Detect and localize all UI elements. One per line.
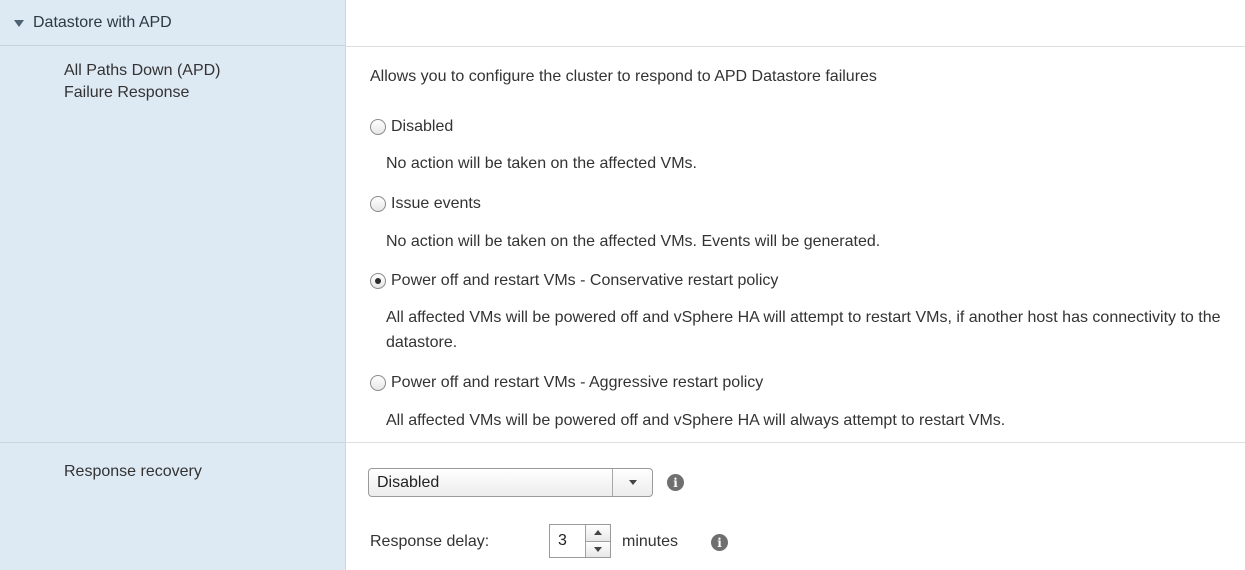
label-line: All Paths Down (APD) xyxy=(64,62,221,79)
response-delay-label: Response delay: xyxy=(370,533,490,550)
apd-description: Allows you to configure the cluster to r… xyxy=(370,68,877,85)
divider xyxy=(0,442,345,443)
section-header[interactable]: Datastore with APD xyxy=(0,0,345,46)
radio-option-label: Issue events xyxy=(391,195,481,212)
arrow-down-icon xyxy=(594,546,602,552)
radio-button[interactable] xyxy=(370,196,386,212)
radio-button[interactable] xyxy=(370,375,386,391)
section-title: Datastore with APD xyxy=(33,13,172,31)
dropdown-toggle[interactable] xyxy=(612,469,652,496)
select-value: Disabled xyxy=(377,473,440,491)
radio-option-disabled[interactable]: Disabled xyxy=(370,118,453,136)
delay-units: minutes xyxy=(622,533,679,550)
option-description: All affected VMs will be powered off and… xyxy=(386,309,1221,351)
divider xyxy=(345,442,1245,443)
arrow-up-icon xyxy=(594,530,602,536)
radio-option-label: Power off and restart VMs - Aggressive r… xyxy=(391,374,764,391)
info-icon[interactable]: i xyxy=(667,474,684,491)
label-line: Failure Response xyxy=(64,84,190,101)
decrement-button[interactable] xyxy=(586,540,610,557)
option-description: All affected VMs will be powered off and… xyxy=(386,412,1006,429)
divider xyxy=(345,46,1245,47)
radio-option-aggressive[interactable]: Power off and restart VMs - Aggressive r… xyxy=(370,374,763,392)
increment-button[interactable] xyxy=(586,525,610,541)
response-delay-stepper[interactable]: 3 xyxy=(549,524,611,558)
radio-option-label: Power off and restart VMs - Conservative… xyxy=(391,272,779,289)
option-description: No action will be taken on the affected … xyxy=(386,155,697,172)
radio-option-issue-events[interactable]: Issue events xyxy=(370,195,481,213)
response-recovery-select[interactable]: Disabled xyxy=(368,468,653,497)
radio-option-conservative[interactable]: Power off and restart VMs - Conservative… xyxy=(370,272,778,290)
caret-down-icon xyxy=(628,480,637,485)
option-description: No action will be taken on the affected … xyxy=(386,233,881,250)
chevron-down-icon[interactable] xyxy=(14,20,24,27)
stepper-buttons xyxy=(585,525,610,557)
info-icon[interactable]: i xyxy=(711,534,728,551)
radio-button-selected[interactable] xyxy=(370,273,386,289)
response-recovery-label: Response recovery xyxy=(64,463,202,480)
apd-failure-response-label: All Paths Down (APD) Failure Response xyxy=(64,60,324,104)
radio-button[interactable] xyxy=(370,119,386,135)
radio-option-label: Disabled xyxy=(391,118,454,135)
response-delay-input[interactable]: 3 xyxy=(550,525,585,557)
